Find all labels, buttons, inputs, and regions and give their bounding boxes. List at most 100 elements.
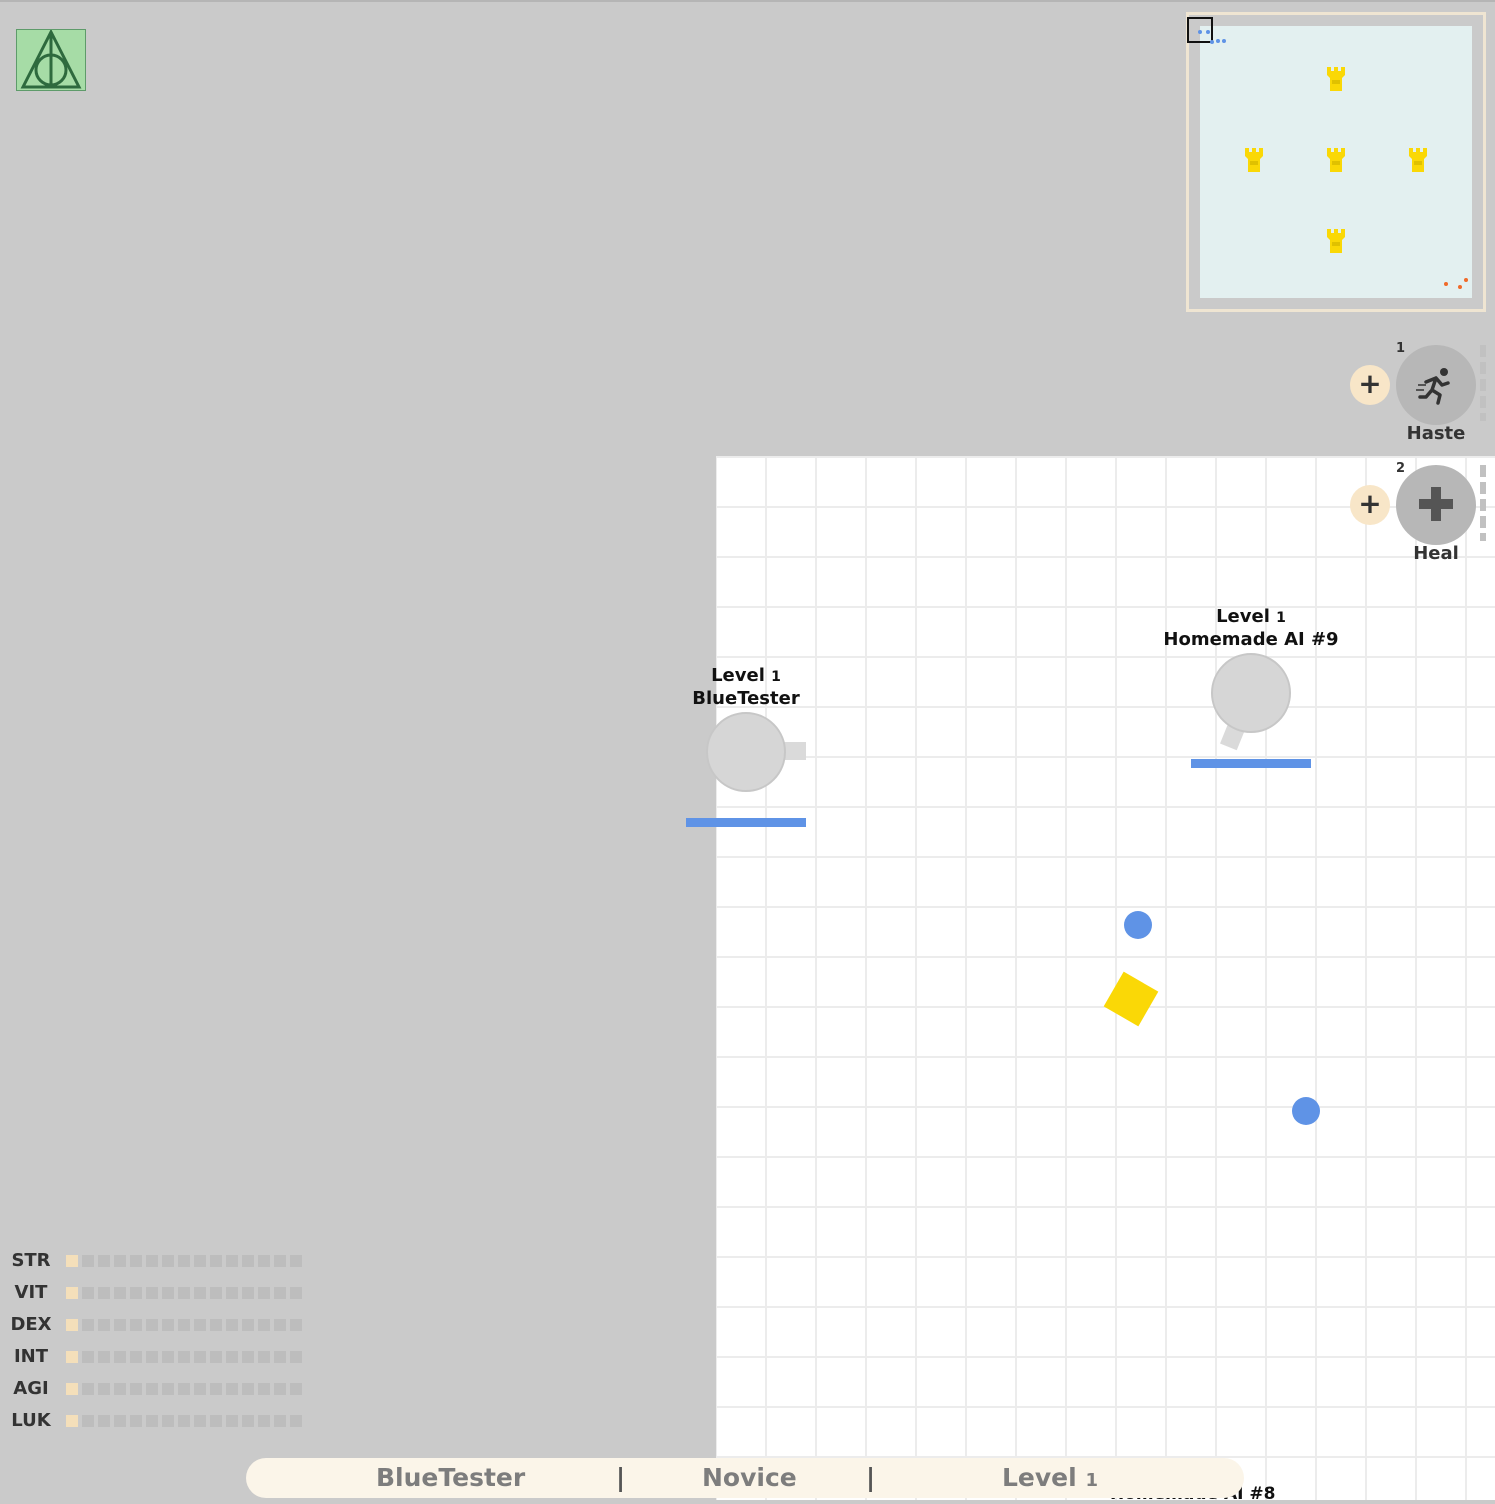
stat-pip — [162, 1351, 174, 1363]
stat-pip — [146, 1319, 158, 1331]
stat-pip — [130, 1383, 142, 1395]
stat-pip — [146, 1287, 158, 1299]
stat-pips[interactable] — [66, 1383, 302, 1395]
stat-pip — [114, 1255, 126, 1267]
minimap-blue-dot — [1210, 40, 1214, 44]
stat-pip — [66, 1383, 78, 1395]
stat-pip — [82, 1287, 94, 1299]
stat-pip — [146, 1383, 158, 1395]
separator: | — [616, 1463, 626, 1492]
player-tank[interactable] — [706, 712, 786, 792]
stat-label: STR — [11, 1250, 51, 1271]
stat-pips[interactable] — [66, 1415, 302, 1427]
stat-pip — [258, 1383, 270, 1395]
stat-pip — [162, 1383, 174, 1395]
stat-pip — [210, 1319, 222, 1331]
stat-pip — [98, 1287, 110, 1299]
stat-pip — [162, 1255, 174, 1267]
stat-pip — [162, 1287, 174, 1299]
stat-label: DEX — [10, 1314, 52, 1335]
stat-pips[interactable] — [66, 1255, 302, 1267]
stat-pip — [210, 1255, 222, 1267]
stat-pips[interactable] — [66, 1287, 302, 1299]
tower-icon — [1245, 148, 1263, 172]
level-text: Level — [711, 665, 765, 686]
cross-plus-icon — [1419, 487, 1453, 521]
game-field[interactable] — [716, 456, 1495, 1500]
stat-pip — [146, 1351, 158, 1363]
stat-pip — [290, 1287, 302, 1299]
stat-pip — [242, 1255, 254, 1267]
stat-pip — [98, 1319, 110, 1331]
stat-pip — [274, 1319, 286, 1331]
stat-pip — [178, 1415, 190, 1427]
player-name: BlueTester — [692, 688, 800, 709]
tower-icon — [1327, 229, 1345, 253]
player-health-bar — [686, 818, 806, 827]
player-info-bar: BlueTester | Novice | Level 1 — [246, 1458, 1244, 1498]
stat-pip — [226, 1255, 238, 1267]
stat-label: INT — [13, 1346, 49, 1367]
stat-pip — [194, 1415, 206, 1427]
skill-name: Haste — [1406, 423, 1466, 444]
skill-cooldown-bar — [1480, 345, 1486, 421]
stat-pip — [242, 1287, 254, 1299]
stat-pip — [130, 1255, 142, 1267]
level-number: 1 — [1085, 1470, 1098, 1491]
stat-pip — [258, 1287, 270, 1299]
stat-pip — [82, 1255, 94, 1267]
stat-pip — [226, 1287, 238, 1299]
stat-pip — [274, 1255, 286, 1267]
tower-icon — [1327, 148, 1345, 172]
stat-pip — [162, 1319, 174, 1331]
skill-cooldown-bar — [1480, 465, 1486, 541]
stat-pip — [258, 1415, 270, 1427]
stat-pip — [66, 1319, 78, 1331]
stat-label: AGI — [13, 1378, 49, 1399]
stat-pip — [178, 1383, 190, 1395]
skill-upgrade-button[interactable]: + — [1350, 365, 1390, 405]
skill-haste[interactable]: + 1 Haste — [1350, 341, 1490, 453]
stat-pip — [242, 1415, 254, 1427]
stat-pip — [290, 1383, 302, 1395]
enemy-health-bar — [1191, 759, 1311, 768]
stat-pip — [242, 1351, 254, 1363]
stat-pip — [130, 1351, 142, 1363]
stat-pip — [114, 1415, 126, 1427]
stat-label: VIT — [14, 1282, 48, 1303]
enemy-label: Level 1 Homemade AI #9 — [1151, 606, 1351, 650]
stat-pip — [114, 1287, 126, 1299]
stat-pip — [98, 1351, 110, 1363]
stat-pip — [258, 1255, 270, 1267]
stat-pip — [226, 1319, 238, 1331]
stat-pip — [98, 1255, 110, 1267]
stat-pip — [146, 1255, 158, 1267]
stat-pips[interactable] — [66, 1319, 302, 1331]
minimap-blue-dot — [1222, 39, 1226, 43]
skill-heal[interactable]: + 2 Heal — [1350, 461, 1490, 573]
skill-upgrade-button[interactable]: + — [1350, 485, 1390, 525]
player-class: Novice — [702, 1463, 797, 1492]
stat-pip — [290, 1319, 302, 1331]
stat-pip — [82, 1319, 94, 1331]
stat-pip — [178, 1351, 190, 1363]
stat-pip — [66, 1255, 78, 1267]
stat-pip — [114, 1351, 126, 1363]
minimap-red-dot — [1458, 285, 1462, 289]
enemy-tank[interactable] — [1211, 653, 1291, 733]
stat-pip — [226, 1383, 238, 1395]
stat-pip — [98, 1383, 110, 1395]
stat-pip — [274, 1415, 286, 1427]
stat-pip — [66, 1415, 78, 1427]
stat-pip — [130, 1415, 142, 1427]
minimap-blue-dot — [1198, 30, 1202, 34]
skill-button[interactable] — [1396, 465, 1476, 545]
player-label: Level 1 BlueTester — [666, 665, 826, 709]
player-name: BlueTester — [376, 1463, 526, 1492]
stat-pips[interactable] — [66, 1351, 302, 1363]
skill-button[interactable] — [1396, 345, 1476, 425]
separator: | — [866, 1463, 876, 1492]
stat-pip — [274, 1351, 286, 1363]
stat-pip — [258, 1319, 270, 1331]
stat-pip — [226, 1415, 238, 1427]
